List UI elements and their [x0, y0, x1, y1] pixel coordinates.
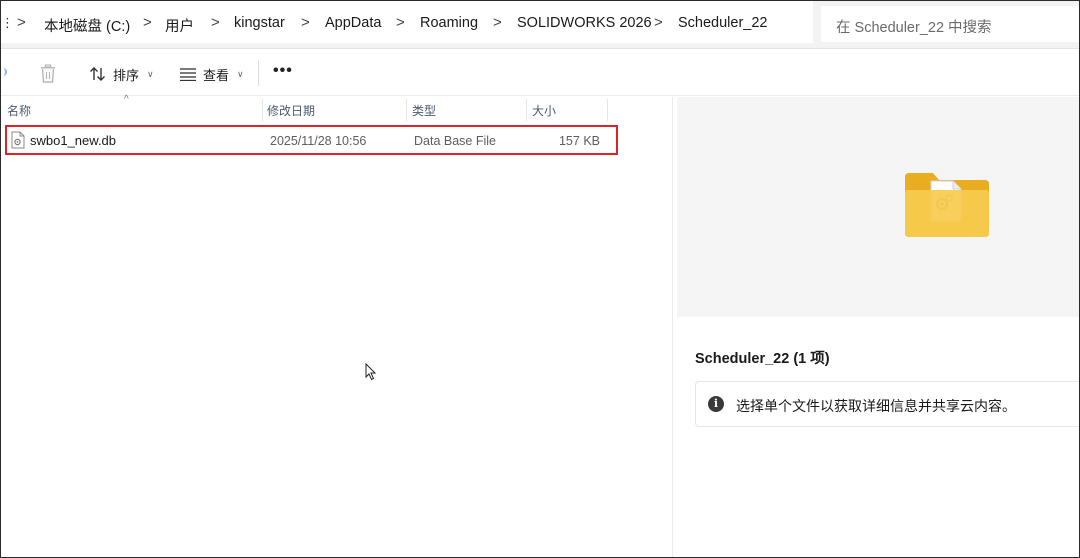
chevron-right-icon[interactable]: > [654, 14, 663, 31]
column-divider[interactable] [406, 99, 407, 121]
info-icon: i [708, 396, 724, 412]
chevron-down-icon: ∨ [237, 68, 244, 79]
folder-icon [905, 173, 989, 237]
sort-icon [90, 67, 105, 81]
breadcrumb-solidworks[interactable]: SOLIDWORKS 2026 [517, 15, 652, 31]
column-header-date[interactable]: 修改日期 [267, 97, 315, 121]
chevron-right-icon[interactable]: > [211, 14, 220, 31]
details-pane: Scheduler_22 (1 项) i 选择单个文件以获取详细信息并共享云内容… [672, 97, 1079, 557]
column-divider[interactable] [262, 99, 263, 121]
breadcrumb-local-disk[interactable]: 本地磁盘 (C:) [44, 15, 130, 36]
breadcrumb-kingstar[interactable]: kingstar [234, 15, 285, 31]
chevron-right-icon[interactable]: > [493, 14, 502, 31]
file-type: Data Base File [414, 134, 496, 148]
details-info-box: i 选择单个文件以获取详细信息并共享云内容。 [695, 381, 1079, 427]
file-name: swbo1_new.db [30, 133, 117, 148]
mouse-cursor-icon [365, 363, 377, 381]
search-placeholder: 在 Scheduler_22 中搜索 [836, 20, 992, 36]
file-explorer-window: ⋮ > 本地磁盘 (C:) > 用户 > kingstar > AppData … [0, 0, 1080, 558]
address-bar-row: ⋮ > 本地磁盘 (C:) > 用户 > kingstar > AppData … [1, 1, 1079, 49]
column-header-type[interactable]: 类型 [412, 97, 436, 121]
view-button[interactable]: 查看 ∨ [179, 63, 244, 85]
file-list: 名称 ^ 修改日期 类型 大小 swbo1_new.db 2025/11/28 … [1, 94, 671, 557]
details-title: Scheduler_22 (1 项) [695, 351, 830, 367]
toolbar-divider [258, 60, 259, 86]
address-bar[interactable]: ⋮ > 本地磁盘 (C:) > 用户 > kingstar > AppData … [1, 1, 813, 43]
chevron-right-icon[interactable]: > [396, 14, 405, 31]
chevron-down-icon: ∨ [147, 68, 154, 79]
chevron-right-icon[interactable]: > [301, 14, 310, 31]
breadcrumb-users[interactable]: 用户 [165, 15, 194, 36]
delete-icon[interactable] [39, 64, 57, 84]
column-divider[interactable] [607, 99, 608, 121]
details-info-text: 选择单个文件以获取详细信息并共享云内容。 [736, 398, 1016, 414]
breadcrumb-scheduler[interactable]: Scheduler_22 [678, 15, 768, 31]
view-label: 查看 [203, 67, 230, 83]
more-options-button[interactable]: ••• [273, 62, 293, 80]
share-icon[interactable] [1, 68, 7, 76]
column-divider[interactable] [526, 99, 527, 121]
truncated-icon: ⋮ [1, 15, 14, 30]
breadcrumb-roaming[interactable]: Roaming [420, 15, 478, 31]
file-size: 157 KB [558, 134, 600, 148]
sort-button[interactable]: 排序 ∨ [89, 63, 154, 85]
column-header-size[interactable]: 大小 [532, 97, 556, 121]
command-bar: 排序 ∨ 查看 ∨ ••• [1, 50, 1079, 96]
sort-label: 排序 [113, 67, 140, 83]
file-date: 2025/11/28 10:56 [270, 134, 367, 148]
sort-ascending-icon: ^ [124, 94, 129, 105]
chevron-right-icon[interactable]: > [143, 14, 152, 31]
view-icon [180, 68, 196, 81]
search-input[interactable]: 在 Scheduler_22 中搜索 [821, 6, 1079, 42]
breadcrumb-appdata[interactable]: AppData [325, 15, 381, 31]
db-file-icon [11, 131, 25, 149]
column-header-name[interactable]: 名称 [7, 97, 31, 121]
chevron-right-icon[interactable]: > [17, 14, 26, 31]
preview-area [677, 97, 1079, 317]
file-row[interactable]: swbo1_new.db 2025/11/28 10:56 Data Base … [5, 125, 618, 155]
